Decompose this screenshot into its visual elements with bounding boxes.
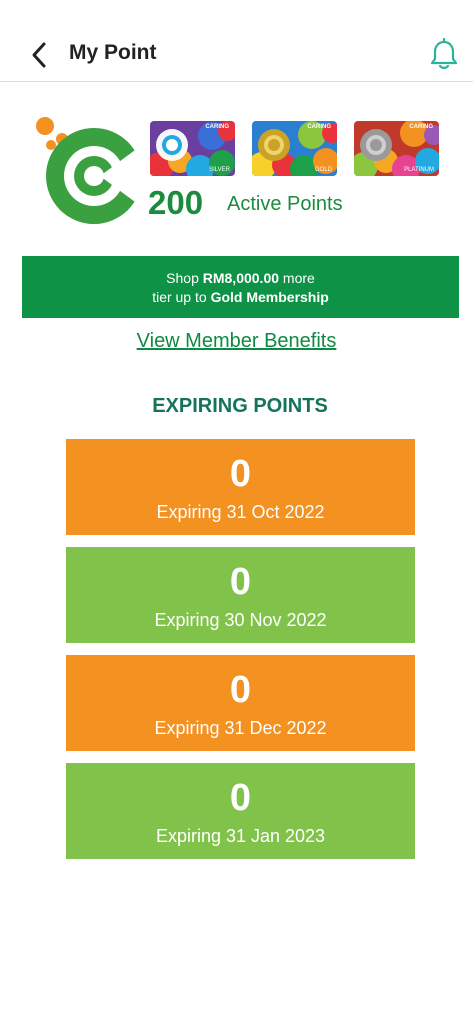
- banner-amount: RM8,000.00: [202, 270, 280, 286]
- notification-button[interactable]: [428, 37, 460, 72]
- card-tier: PLATINUM: [404, 167, 434, 173]
- banner-prefix: Shop: [166, 270, 199, 286]
- expiring-points-date: Expiring 31 Jan 2023: [155, 826, 326, 846]
- banner-tier-name: Gold Membership: [210, 289, 329, 305]
- silver-card: CARING SILVER: [150, 121, 235, 176]
- expiring-points-value: 0: [229, 561, 252, 603]
- caring-logo: [36, 117, 143, 224]
- card-brand: CARING: [409, 124, 433, 130]
- card-tier: SILVER: [209, 167, 230, 173]
- tier-progress-banner: Shop RM8,000.00 more tier up to Gold Mem…: [22, 256, 459, 318]
- view-member-benefits-link[interactable]: View Member Benefits: [0, 330, 473, 353]
- back-button[interactable]: [28, 40, 52, 70]
- banner-line-2: tier up to Gold Membership: [22, 288, 459, 307]
- expiring-points-card: 0 Expiring 31 Oct 2022: [66, 439, 415, 535]
- expiring-points-date: Expiring 31 Oct 2022: [156, 502, 325, 522]
- gold-card: CARING GOLD: [252, 121, 337, 176]
- expiring-points-card: 0 Expiring 30 Nov 2022: [66, 547, 415, 643]
- top-app-bar: My Point: [0, 0, 473, 82]
- chevron-left-icon: [32, 42, 46, 68]
- banner-tier-prefix: tier up to: [152, 289, 207, 305]
- expiring-points-date: Expiring 31 Dec 2022: [154, 718, 327, 738]
- active-points-label: Active Points: [227, 193, 343, 215]
- expiring-points-date: Expiring 30 Nov 2022: [154, 610, 327, 630]
- active-points-value: 200: [148, 184, 204, 221]
- page-title: My Point: [69, 41, 157, 64]
- platinum-card: CARING PLATINUM: [354, 121, 439, 176]
- expiring-points-card: 0 Expiring 31 Jan 2023: [66, 763, 415, 859]
- bell-icon: [430, 37, 458, 70]
- expiring-points-value: 0: [229, 453, 252, 495]
- expiring-points-value: 0: [229, 669, 252, 711]
- expiring-points-value: 0: [229, 777, 252, 819]
- card-brand: CARING: [205, 124, 229, 130]
- card-brand: CARING: [307, 124, 331, 130]
- expiring-points-title: EXPIRING POINTS: [152, 395, 328, 417]
- card-tier: GOLD: [314, 167, 332, 173]
- banner-line-1: Shop RM8,000.00 more: [22, 269, 459, 288]
- banner-suffix: more: [282, 270, 315, 286]
- expiring-points-card: 0 Expiring 31 Dec 2022: [66, 655, 415, 751]
